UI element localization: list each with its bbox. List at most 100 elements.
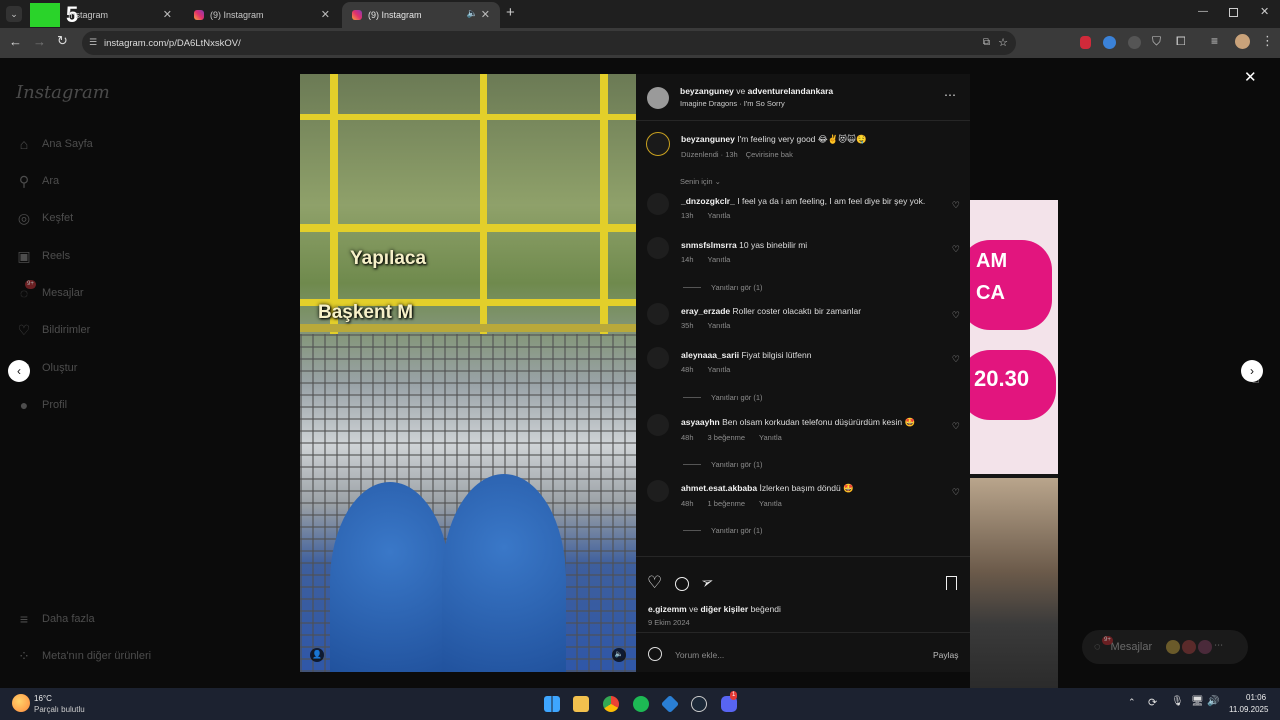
mute-icon[interactable]: 🔈 <box>612 648 626 662</box>
bookmark-star-icon[interactable]: ☆ <box>998 36 1008 49</box>
speaker-icon[interactable]: 🔈 <box>467 8 478 19</box>
weather-temp[interactable]: 16°C <box>34 694 52 703</box>
reply-button[interactable]: Yanıtla <box>708 211 731 220</box>
tab-1[interactable]: Instagram ✕ <box>28 2 182 28</box>
comment-avatar[interactable] <box>647 193 669 215</box>
author-username[interactable]: beyzanguney <box>680 86 734 96</box>
comment-avatar[interactable] <box>647 303 669 325</box>
reply-button[interactable]: Yanıtla <box>708 255 731 264</box>
sidebar-item-profile[interactable]: ● Profil <box>16 397 67 413</box>
sidebar-item-search[interactable]: ⚲ Ara <box>16 173 59 189</box>
profile-avatar[interactable] <box>1235 34 1250 49</box>
file-explorer-icon[interactable] <box>573 696 589 712</box>
comment-avatar[interactable] <box>647 414 669 436</box>
comment-username[interactable]: asyaayhn <box>681 417 720 427</box>
media-controls-icon[interactable]: ≡ <box>1211 34 1218 48</box>
comment-username[interactable]: aleynaaa_sarii <box>681 350 739 360</box>
comment-username[interactable]: snmsfslmsrra <box>681 240 737 250</box>
other-likers-link[interactable]: diğer kişiler <box>700 604 748 614</box>
comment-like-heart-icon[interactable]: ♡ <box>952 310 960 321</box>
post-comment-button[interactable]: Paylaş <box>933 650 959 660</box>
sidebar-item-home[interactable]: ⌂ Ana Sayfa <box>16 136 93 152</box>
comment-filter[interactable]: Senin için ⌄ <box>680 177 721 186</box>
show-hidden-icons[interactable]: ⌃ <box>1128 697 1136 708</box>
sidebar-item-messages[interactable]: ◌ 9+ Mesajlar <box>16 280 84 301</box>
tab-2[interactable]: (9) Instagram ✕ <box>184 2 340 28</box>
comment-likes[interactable]: 1 beğenme <box>708 499 746 508</box>
chrome-icon[interactable] <box>603 696 619 712</box>
more-options-icon[interactable]: ⋯ <box>944 88 956 102</box>
comment-like-heart-icon[interactable]: ♡ <box>952 354 960 365</box>
reply-button[interactable]: Yanıtla <box>708 321 731 330</box>
comment-username[interactable]: ahmet.esat.akbaba <box>681 483 757 493</box>
save-bookmark-icon[interactable] <box>946 576 957 590</box>
new-tab-icon[interactable]: + <box>506 4 515 21</box>
network-icon[interactable]: 🖥 <box>1191 696 1204 707</box>
emoji-picker-icon[interactable] <box>648 647 662 661</box>
next-post-preview[interactable]: AM CA 20.30 <box>970 200 1058 688</box>
comment-username[interactable]: _dnzozgkclr_ <box>681 196 735 206</box>
comment-likes[interactable]: 3 beğenme <box>708 433 746 442</box>
comment-avatar[interactable] <box>647 480 669 502</box>
install-app-icon[interactable]: ⧉ <box>983 37 990 48</box>
post-video[interactable]: Yapılaca Başkent M 👤 🔈 <box>300 74 636 672</box>
comment-avatar[interactable] <box>647 237 669 259</box>
tab-list-dropdown-icon[interactable]: ⌄ <box>6 6 22 22</box>
close-window-icon[interactable]: ✕ <box>1260 5 1269 18</box>
comment-bubble-icon[interactable] <box>675 577 689 591</box>
browser-menu-icon[interactable]: ⋮ <box>1261 33 1274 49</box>
sidebar-item-meta[interactable]: ⁘ Meta'nın diğer ürünleri <box>16 648 151 664</box>
audio-track[interactable]: Imagine Dragons · I'm So Sorry <box>680 99 833 108</box>
clock-time[interactable]: 01:06 <box>1246 693 1266 702</box>
volume-icon[interactable]: 🔊 <box>1207 696 1219 707</box>
tab-3-active[interactable]: (9) Instagram 🔈 ✕ <box>342 2 500 28</box>
sidebar-item-notifications[interactable]: ♡ Bildirimler <box>16 322 91 338</box>
forward-icon[interactable]: → <box>33 34 46 49</box>
comment-like-heart-icon[interactable]: ♡ <box>952 200 960 211</box>
view-replies-button[interactable]: Yanıtları gör (1) <box>683 460 763 469</box>
site-settings-icon[interactable]: ☰ <box>89 37 97 48</box>
extension-blue-icon[interactable] <box>1103 36 1116 49</box>
clock-date[interactable]: 11.09.2025 <box>1229 705 1268 714</box>
close-tab-icon[interactable]: ✕ <box>321 8 330 21</box>
app-blue-icon[interactable] <box>660 694 680 714</box>
shield-icon[interactable]: ⛉ <box>1152 34 1161 49</box>
close-tab-icon[interactable]: ✕ <box>163 8 172 21</box>
weather-desc[interactable]: Parçalı bulutlu <box>34 705 85 714</box>
minimize-icon[interactable]: — <box>1198 6 1208 17</box>
reply-button[interactable]: Yanıtla <box>759 433 782 442</box>
comment-like-heart-icon[interactable]: ♡ <box>952 421 960 432</box>
view-replies-button[interactable]: Yanıtları gör (1) <box>683 283 763 292</box>
sidebar-item-explore[interactable]: ◎ Keşfet <box>16 210 73 226</box>
translate-link[interactable]: Çevirisine bak <box>746 150 793 159</box>
back-icon[interactable]: ← <box>9 34 22 49</box>
sync-icon[interactable]: ⟳ <box>1148 696 1157 709</box>
view-replies-button[interactable]: Yanıtları gör (1) <box>683 526 763 535</box>
like-heart-icon[interactable]: ♡ <box>647 573 662 593</box>
reload-icon[interactable]: ↻ <box>57 33 68 49</box>
tagged-user-icon[interactable]: 👤 <box>310 648 324 662</box>
weather-icon[interactable] <box>12 694 30 712</box>
steam-icon[interactable] <box>691 696 707 712</box>
comment-like-heart-icon[interactable]: ♡ <box>952 487 960 498</box>
comment-username[interactable]: eray_erzade <box>681 306 730 316</box>
instagram-logo[interactable]: Instagram <box>16 82 110 103</box>
close-tab-icon[interactable]: ✕ <box>481 8 490 21</box>
extension-dark-icon[interactable] <box>1128 36 1141 49</box>
caption-avatar[interactable] <box>646 132 670 156</box>
discord-icon[interactable]: 1 <box>721 691 738 712</box>
caption-username[interactable]: beyzanguney <box>681 134 735 144</box>
windows-start-icon[interactable] <box>544 696 560 712</box>
share-send-icon[interactable]: ➢ <box>698 571 717 592</box>
comment-like-heart-icon[interactable]: ♡ <box>952 244 960 255</box>
sidebar-item-more[interactable]: ≡ Daha fazla <box>16 611 95 627</box>
coauthor-username[interactable]: adventurelandankara <box>748 86 834 96</box>
extension-red-icon[interactable] <box>1080 36 1091 49</box>
spotify-icon[interactable] <box>633 696 649 712</box>
view-replies-button[interactable]: Yanıtları gör (1) <box>683 393 763 402</box>
restore-icon[interactable] <box>1229 8 1238 17</box>
comment-avatar[interactable] <box>647 347 669 369</box>
reply-button[interactable]: Yanıtla <box>708 365 731 374</box>
microphone-icon[interactable]: 🎙 <box>1171 696 1184 707</box>
sidebar-item-reels[interactable]: ▣ Reels <box>16 248 70 264</box>
